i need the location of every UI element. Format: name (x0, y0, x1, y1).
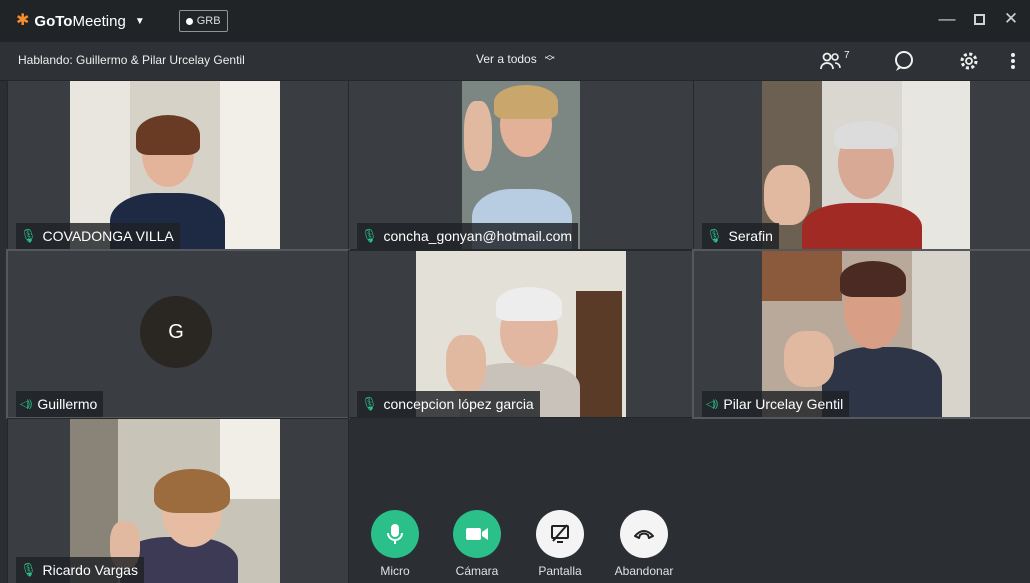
participant-tile[interactable]: 🎙 concha_gonyan@hotmail.com (348, 80, 694, 250)
participant-label: 🎙 concepcion lópez garcia (357, 391, 540, 417)
participant-name: Pilar Urcelay Gentil (723, 396, 844, 412)
participant-label: 🎙 concha_gonyan@hotmail.com (357, 223, 579, 249)
participant-tile[interactable]: 🎙 concepcion lópez garcia (348, 250, 694, 418)
screen-label: Pantalla (538, 564, 582, 578)
chevron-down-icon: ▼ (134, 15, 145, 27)
window-controls: — ✕ (938, 8, 1020, 30)
mic-label: Micro (380, 564, 410, 578)
leave-button-circle[interactable] (620, 510, 668, 558)
speaking-indicator: Hablando: Guillermo & Pilar Urcelay Gent… (18, 53, 245, 67)
camera-button[interactable]: Cámara (447, 510, 507, 578)
screen-share-button-circle[interactable] (536, 510, 584, 558)
participant-name: concha_gonyan@hotmail.com (383, 228, 573, 244)
camera-icon (466, 528, 488, 540)
meeting-toolbar: Hablando: Guillermo & Pilar Urcelay Gent… (0, 42, 1030, 81)
minimize-icon[interactable]: — (938, 8, 956, 30)
participant-video (762, 81, 970, 249)
mic-button[interactable]: Micro (365, 510, 425, 578)
mic-button-circle[interactable] (371, 510, 419, 558)
participants-button[interactable]: 7 (820, 50, 850, 72)
hang-up-icon (634, 530, 654, 539)
participant-name: concepcion lópez garcia (383, 396, 534, 412)
more-vertical-icon (1011, 53, 1015, 69)
participants-icon (820, 52, 841, 70)
gear-icon (960, 52, 978, 70)
microphone-icon: 🎙 (20, 562, 37, 577)
record-dot-icon (185, 17, 193, 25)
app-name: GoToMeeting (34, 12, 126, 30)
microphone-icon: 🎙 (706, 228, 723, 243)
more-options-button[interactable] (1010, 50, 1016, 72)
participant-name: Guillermo (37, 396, 98, 412)
participant-tile[interactable]: ◁)) Pilar Urcelay Gentil (692, 249, 1030, 419)
grb-button[interactable]: GRB (178, 10, 228, 32)
microphone-icon: 🎙 (361, 228, 378, 243)
settings-button[interactable] (958, 50, 980, 72)
participant-tile[interactable]: 🎙 Ricardo Vargas (7, 418, 349, 583)
participant-label: 🎙 COVADONGA VILLA (16, 223, 180, 249)
camera-button-circle[interactable] (453, 510, 501, 558)
app-menu[interactable]: ✱ GoToMeeting ▼ (16, 13, 145, 30)
close-icon[interactable]: ✕ (1002, 8, 1020, 30)
microphone-icon: 🎙 (361, 396, 378, 411)
participants-count: 7 (844, 50, 850, 61)
camera-label: Cámara (455, 564, 499, 578)
leave-button[interactable]: Abandonar (614, 510, 674, 578)
chat-button[interactable] (893, 50, 915, 72)
avatar: G (140, 296, 212, 368)
participant-name: Ricardo Vargas (42, 562, 138, 578)
gotomeeting-logo-icon: ✱ (16, 12, 30, 29)
title-bar: ✱ GoToMeeting ▼ GRB — ✕ (0, 0, 1030, 42)
leave-label: Abandonar (614, 564, 674, 578)
participant-tile[interactable]: G ◁)) Guillermo (6, 249, 350, 419)
participant-tile[interactable]: 🎙 Serafin (693, 80, 1030, 250)
participant-name: Serafin (728, 228, 773, 244)
updown-chevron-icon: ︿ ﹀ (544, 50, 555, 68)
participant-label: ◁)) Guillermo (16, 391, 104, 417)
screen-share-button[interactable]: Pantalla (530, 510, 590, 578)
participant-label: ◁)) Pilar Urcelay Gentil (702, 391, 850, 417)
view-all-label: Ver a todos (476, 52, 537, 66)
participant-tile[interactable]: 🎙 COVADONGA VILLA (7, 80, 349, 250)
participant-name: COVADONGA VILLA (42, 228, 174, 244)
microphone-icon (387, 524, 403, 544)
speaker-icon: ◁)) (706, 398, 718, 410)
grb-label: GRB (196, 15, 221, 27)
speaker-icon: ◁)) (20, 398, 32, 410)
maximize-icon[interactable] (970, 8, 988, 30)
view-all-dropdown[interactable]: Ver a todos ︿ ﹀ (476, 50, 555, 68)
microphone-icon: 🎙 (20, 228, 37, 243)
participant-label: 🎙 Ricardo Vargas (16, 557, 144, 583)
chat-icon (895, 51, 913, 71)
participant-label: 🎙 Serafin (702, 223, 779, 249)
screen-share-off-icon (551, 524, 569, 543)
